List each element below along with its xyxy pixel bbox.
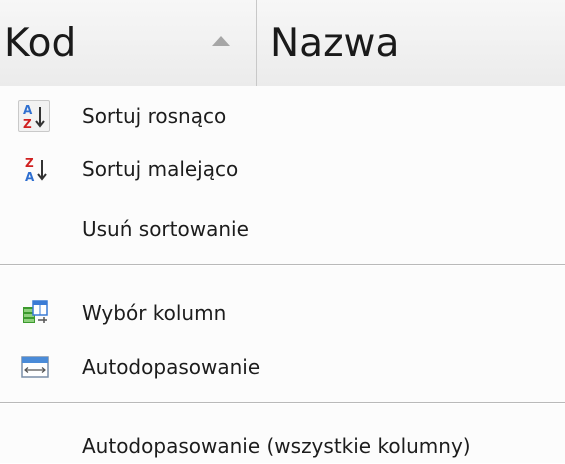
column-header-nazwa[interactable]: Nazwa	[270, 0, 399, 86]
column-divider[interactable]	[256, 0, 257, 86]
column-chooser-icon	[23, 300, 48, 323]
menu-item-label: Wybór kolumn	[82, 301, 227, 325]
column-context-menu: A Z Sortuj rosnąco Z A Sortuj malejąco U…	[0, 86, 565, 463]
column-header-nazwa-label: Nazwa	[270, 20, 400, 66]
svg-text:Z: Z	[23, 117, 32, 131]
menu-separator	[0, 402, 565, 404]
sort-ascending-indicator-icon	[212, 36, 230, 46]
sort-descending-icon: Z A	[25, 156, 47, 184]
svg-text:A: A	[25, 170, 35, 184]
menu-item-label: Sortuj malejąco	[82, 157, 239, 181]
column-header-kod-label: Kod	[4, 20, 77, 66]
svg-text:A: A	[23, 103, 33, 117]
sort-ascending-icon: A Z	[23, 103, 45, 131]
menu-item-best-fit-all-columns[interactable]: Autodopasowanie (wszystkie kolumny)	[0, 428, 565, 464]
menu-item-label: Usuń sortowanie	[82, 217, 249, 241]
menu-item-clear-sorting[interactable]: Usuń sortowanie	[0, 211, 565, 247]
menu-item-label: Autodopasowanie	[82, 355, 261, 379]
menu-separator	[0, 264, 565, 266]
grid-header: Kod Nazwa	[0, 0, 565, 87]
menu-item-column-chooser[interactable]: Wybór kolumn	[0, 295, 565, 331]
svg-text:Z: Z	[25, 156, 34, 170]
menu-item-label: Autodopasowanie (wszystkie kolumny)	[82, 434, 471, 458]
menu-item-label: Sortuj rosnąco	[82, 104, 227, 128]
menu-item-best-fit[interactable]: Autodopasowanie	[0, 349, 565, 385]
menu-item-sort-ascending[interactable]: A Z Sortuj rosnąco	[0, 98, 565, 134]
menu-item-sort-descending[interactable]: Z A Sortuj malejąco	[0, 151, 565, 187]
best-fit-icon	[21, 356, 49, 378]
